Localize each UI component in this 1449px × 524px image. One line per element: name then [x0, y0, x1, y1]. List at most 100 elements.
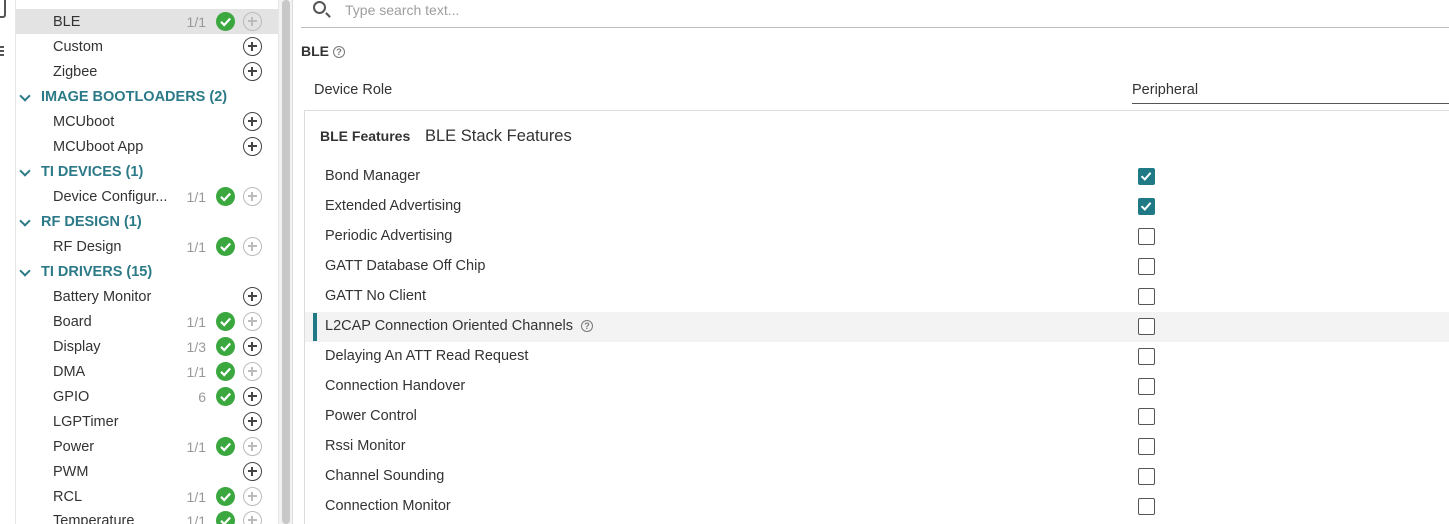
sidebar-category-ti-devices[interactable]: TI DEVICES (1) — [16, 160, 278, 185]
add-icon[interactable] — [243, 187, 262, 206]
sidebar-item-ble[interactable]: BLE 1/1 — [16, 9, 278, 34]
sidebar-item-label: Board — [53, 314, 92, 330]
check-icon — [216, 337, 235, 356]
help-icon[interactable]: ? — [333, 46, 345, 59]
device-role-select[interactable]: Peripheral — [1132, 82, 1449, 104]
sidebar-item-label: Power — [53, 439, 95, 455]
sidebar: BLE 1/1 Custom Zigbee IMAGE BOOTLOADERS … — [16, 0, 278, 524]
add-icon[interactable] — [243, 487, 262, 506]
check-icon — [216, 312, 235, 331]
connection-monitor-checkbox[interactable] — [1138, 498, 1155, 515]
sidebar-item-board[interactable]: Board 1/1 — [16, 309, 278, 334]
power-control-checkbox[interactable] — [1138, 408, 1155, 425]
extended-advertising-checkbox[interactable] — [1138, 198, 1155, 215]
sidebar-category-image-bootloaders[interactable]: IMAGE BOOTLOADERS (2) — [16, 85, 278, 110]
sidebar-item-label: Temperature — [53, 513, 135, 524]
feature-label: Power Control — [325, 408, 417, 424]
sidebar-item-label: GPIO — [53, 389, 90, 405]
sidebar-item-count: 1/1 — [186, 189, 206, 205]
search-input[interactable] — [345, 0, 1425, 20]
sidebar-item-zigbee[interactable]: Zigbee — [16, 59, 278, 84]
sidebar-item-label: LGPTimer — [53, 414, 119, 430]
add-icon[interactable] — [243, 312, 262, 331]
sidebar-item-battery-monitor[interactable]: Battery Monitor — [16, 284, 278, 309]
add-icon[interactable] — [243, 62, 262, 81]
add-icon[interactable] — [243, 337, 262, 356]
search-icon — [313, 1, 326, 14]
l2cap-coc-checkbox[interactable] — [1138, 318, 1155, 335]
add-icon[interactable] — [243, 362, 262, 381]
add-icon[interactable] — [243, 437, 262, 456]
sidebar-item-count: 1/1 — [186, 239, 206, 255]
check-icon — [216, 187, 235, 206]
add-icon[interactable] — [243, 387, 262, 406]
device-role-label: Device Role — [314, 82, 393, 98]
sidebar-item-label: RCL — [53, 489, 83, 505]
sidebar-scrollbar[interactable] — [278, 0, 292, 524]
add-icon[interactable] — [243, 112, 262, 131]
gatt-no-client-checkbox[interactable] — [1138, 288, 1155, 305]
add-icon[interactable] — [243, 37, 262, 56]
chevron-down-icon — [19, 215, 31, 227]
sidebar-item-device-configuration[interactable]: Device Configur... 1/1 — [16, 184, 278, 209]
add-icon[interactable] — [243, 462, 262, 481]
chevron-down-icon — [19, 90, 31, 102]
sidebar-item-pwm[interactable]: PWM — [16, 459, 278, 484]
feature-row-rssi-monitor: Rssi Monitor — [305, 432, 1449, 462]
feature-label: Rssi Monitor — [325, 438, 406, 454]
main-panel: BLE? Device Role Peripheral BLE Features… — [293, 0, 1449, 524]
sidebar-item-label: MCUboot App — [53, 139, 144, 155]
sidebar-item-label: MCUboot — [53, 114, 115, 130]
sidebar-item-custom[interactable]: Custom — [16, 34, 278, 59]
feature-row-gatt-db-off-chip: GATT Database Off Chip — [305, 252, 1449, 282]
sidebar-item-temperature[interactable]: Temperature 1/1 — [16, 508, 278, 524]
sidebar-item-power[interactable]: Power 1/1 — [16, 434, 278, 459]
feature-row-connection-monitor: Connection Monitor — [305, 492, 1449, 522]
file-icon[interactable] — [0, 0, 6, 18]
sidebar-item-mcuboot-app[interactable]: MCUboot App — [16, 134, 278, 159]
feature-label: L2CAP Connection Oriented Channels? — [325, 318, 594, 334]
sidebar-item-label: Battery Monitor — [53, 289, 152, 305]
feature-label: Periodic Advertising — [325, 228, 453, 244]
add-icon[interactable] — [243, 137, 262, 156]
feature-row-connection-handover: Connection Handover — [305, 372, 1449, 402]
sidebar-item-mcuboot[interactable]: MCUboot — [16, 109, 278, 134]
sidebar-item-count: 1/1 — [186, 513, 206, 524]
rssi-monitor-checkbox[interactable] — [1138, 438, 1155, 455]
sidebar-item-count: 1/1 — [186, 14, 206, 30]
feature-label: GATT No Client — [325, 288, 426, 304]
delaying-att-read-checkbox[interactable] — [1138, 348, 1155, 365]
list-icon[interactable] — [0, 46, 6, 60]
connection-handover-checkbox[interactable] — [1138, 378, 1155, 395]
add-icon[interactable] — [243, 237, 262, 256]
feature-row-delaying-att-read: Delaying An ATT Read Request — [305, 342, 1449, 372]
sidebar-item-rf-design[interactable]: RF Design 1/1 — [16, 234, 278, 259]
sidebar-item-label: PWM — [53, 464, 89, 480]
check-icon — [216, 12, 235, 31]
sidebar-item-count: 6 — [198, 389, 206, 405]
channel-sounding-checkbox[interactable] — [1138, 468, 1155, 485]
feature-label: Bond Manager — [325, 168, 421, 184]
sidebar-item-display[interactable]: Display 1/3 — [16, 334, 278, 359]
feature-label: Channel Sounding — [325, 468, 445, 484]
bond-manager-checkbox[interactable] — [1138, 168, 1155, 185]
page-title: BLE? — [301, 43, 345, 59]
add-icon[interactable] — [243, 412, 262, 431]
category-label: IMAGE BOOTLOADERS (2) — [41, 89, 228, 105]
help-icon[interactable]: ? — [581, 320, 594, 333]
add-icon[interactable] — [243, 12, 262, 31]
sidebar-category-ti-drivers[interactable]: TI DRIVERS (15) — [16, 260, 278, 285]
sidebar-item-rcl[interactable]: RCL 1/1 — [16, 484, 278, 509]
sidebar-item-dma[interactable]: DMA 1/1 — [16, 359, 278, 384]
category-label: TI DRIVERS (15) — [41, 264, 153, 280]
sidebar-item-gpio[interactable]: GPIO 6 — [16, 384, 278, 409]
periodic-advertising-checkbox[interactable] — [1138, 228, 1155, 245]
add-icon[interactable] — [243, 287, 262, 306]
sidebar-category-rf-design[interactable]: RF DESIGN (1) — [16, 210, 278, 235]
feature-label: Connection Monitor — [325, 498, 451, 514]
add-icon[interactable] — [243, 511, 262, 524]
check-icon — [216, 387, 235, 406]
gatt-db-off-chip-checkbox[interactable] — [1138, 258, 1155, 275]
sidebar-item-lgptimer[interactable]: LGPTimer — [16, 409, 278, 434]
scrollbar-thumb[interactable] — [282, 0, 290, 524]
